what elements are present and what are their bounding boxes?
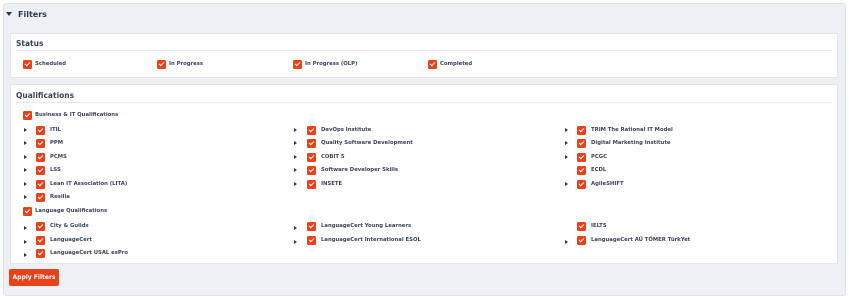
expand-icon[interactable]	[565, 182, 568, 186]
qual-city-guilds-checkbox[interactable]	[36, 222, 45, 231]
qual-agileshift-label: AgileSHIFT	[591, 181, 624, 187]
qual-trim-label: TRIM The Rational IT Model	[591, 127, 673, 133]
filters-title: Filters	[18, 9, 47, 19]
qual-lc-uslal-checkbox[interactable]	[36, 249, 45, 258]
qual-trim-checkbox[interactable]	[577, 126, 586, 135]
qual-ppm-checkbox[interactable]	[36, 139, 45, 148]
divider	[16, 102, 832, 103]
qual-insete-checkbox[interactable]	[307, 180, 316, 189]
qual-ielts-label: IELTS	[591, 223, 607, 229]
expand-icon[interactable]	[24, 182, 27, 186]
qual-cobit-label: COBIT 5	[321, 154, 345, 160]
status-title: Status	[16, 39, 44, 48]
qual-sds-label: Software Developer Skills	[321, 167, 399, 173]
expand-icon[interactable]	[294, 240, 297, 244]
qual-itil-label: ITIL	[50, 127, 61, 133]
qual-agileshift-checkbox[interactable]	[577, 180, 586, 189]
apply-filters-button[interactable]: Apply Filters	[9, 269, 59, 286]
expand-icon[interactable]	[24, 168, 27, 172]
expand-icon[interactable]	[294, 141, 297, 145]
expand-icon[interactable]	[24, 195, 27, 199]
expand-icon[interactable]	[565, 240, 568, 244]
expand-icon[interactable]	[565, 155, 568, 159]
qual-dmi-checkbox[interactable]	[577, 139, 586, 148]
qual-lc-checkbox[interactable]	[36, 236, 45, 245]
language-label: Language Qualifications	[35, 208, 108, 214]
status-completed-label: Completed	[440, 61, 473, 67]
qual-lc-young-label: LanguageCert Young Learners	[321, 223, 412, 229]
status-in-progress-olp-checkbox[interactable]	[293, 60, 302, 69]
expand-icon[interactable]	[24, 128, 27, 132]
expand-icon[interactable]	[294, 226, 297, 230]
caret-down-icon	[6, 12, 12, 16]
filters-toggle[interactable]: Filters	[6, 5, 47, 23]
expand-icon[interactable]	[24, 253, 27, 257]
qual-resilia-label: Resilia	[50, 194, 70, 200]
qual-qsd-label: Quality Software Development	[321, 140, 413, 146]
qual-pcgc-label: PCGC	[591, 154, 608, 160]
expand-icon[interactable]	[565, 128, 568, 132]
expand-icon[interactable]	[24, 226, 27, 230]
qual-devops-label: DevOps Institute	[321, 127, 372, 133]
status-completed-checkbox[interactable]	[428, 60, 437, 69]
qual-lss-checkbox[interactable]	[36, 166, 45, 175]
expand-icon[interactable]	[294, 155, 297, 159]
status-in-progress-checkbox[interactable]	[157, 60, 166, 69]
expand-icon[interactable]	[24, 240, 27, 244]
qual-qsd-checkbox[interactable]	[307, 139, 316, 148]
qual-dmi-label: Digital Marketing Institute	[591, 140, 671, 146]
expand-icon[interactable]	[294, 182, 297, 186]
qualifications-panel: Qualifications	[10, 84, 838, 264]
qual-lita-label: Lean IT Association (LITA)	[50, 181, 128, 187]
qual-ecdl-checkbox[interactable]	[577, 166, 586, 175]
qual-pcms-label: PCMS	[50, 154, 67, 160]
qual-lc-label: LanguageCert	[50, 237, 92, 243]
expand-icon[interactable]	[24, 155, 27, 159]
status-panel: Status	[10, 33, 838, 78]
expand-icon[interactable]	[24, 141, 27, 145]
qual-lc-esol-label: LanguageCert International ESOL	[321, 237, 421, 243]
qual-lita-checkbox[interactable]	[36, 180, 45, 189]
status-in-progress-olp-label: In Progress (OLP)	[305, 61, 358, 67]
status-scheduled-label: Scheduled	[35, 61, 67, 67]
qual-city-guilds-label: City & Guilds	[50, 223, 89, 229]
qualifications-title: Qualifications	[16, 91, 75, 100]
qual-devops-checkbox[interactable]	[307, 126, 316, 135]
qual-ielts-checkbox[interactable]	[577, 222, 586, 231]
expand-icon[interactable]	[565, 141, 568, 145]
qual-pcgc-checkbox[interactable]	[577, 153, 586, 162]
qual-lc-esol-checkbox[interactable]	[307, 236, 316, 245]
qual-lss-label: LSS	[50, 167, 61, 173]
qual-sds-checkbox[interactable]	[307, 166, 316, 175]
qual-lc-tomer-label: LanguageCert AÜ TÖMER TürkYet	[591, 237, 691, 243]
qual-lc-young-checkbox[interactable]	[307, 222, 316, 231]
qual-resilia-checkbox[interactable]	[36, 193, 45, 202]
status-scheduled-checkbox[interactable]	[23, 60, 32, 69]
qual-lc-tomer-checkbox[interactable]	[577, 236, 586, 245]
expand-icon[interactable]	[294, 128, 297, 132]
business-it-label: Business & IT Qualifications	[35, 112, 119, 118]
qual-cobit-checkbox[interactable]	[307, 153, 316, 162]
expand-icon[interactable]	[294, 168, 297, 172]
qual-lc-uslal-label: LanguageCert USAL esPro	[50, 250, 129, 256]
qual-itil-checkbox[interactable]	[36, 126, 45, 135]
qual-ppm-label: PPM	[50, 140, 64, 146]
status-in-progress-label: In Progress	[169, 61, 204, 67]
business-it-checkbox[interactable]	[23, 111, 32, 120]
qual-ecdl-label: ECDL	[591, 167, 607, 173]
qual-insete-label: INSETE	[321, 181, 343, 187]
language-checkbox[interactable]	[23, 207, 32, 216]
qual-pcms-checkbox[interactable]	[36, 153, 45, 162]
divider	[16, 50, 832, 51]
